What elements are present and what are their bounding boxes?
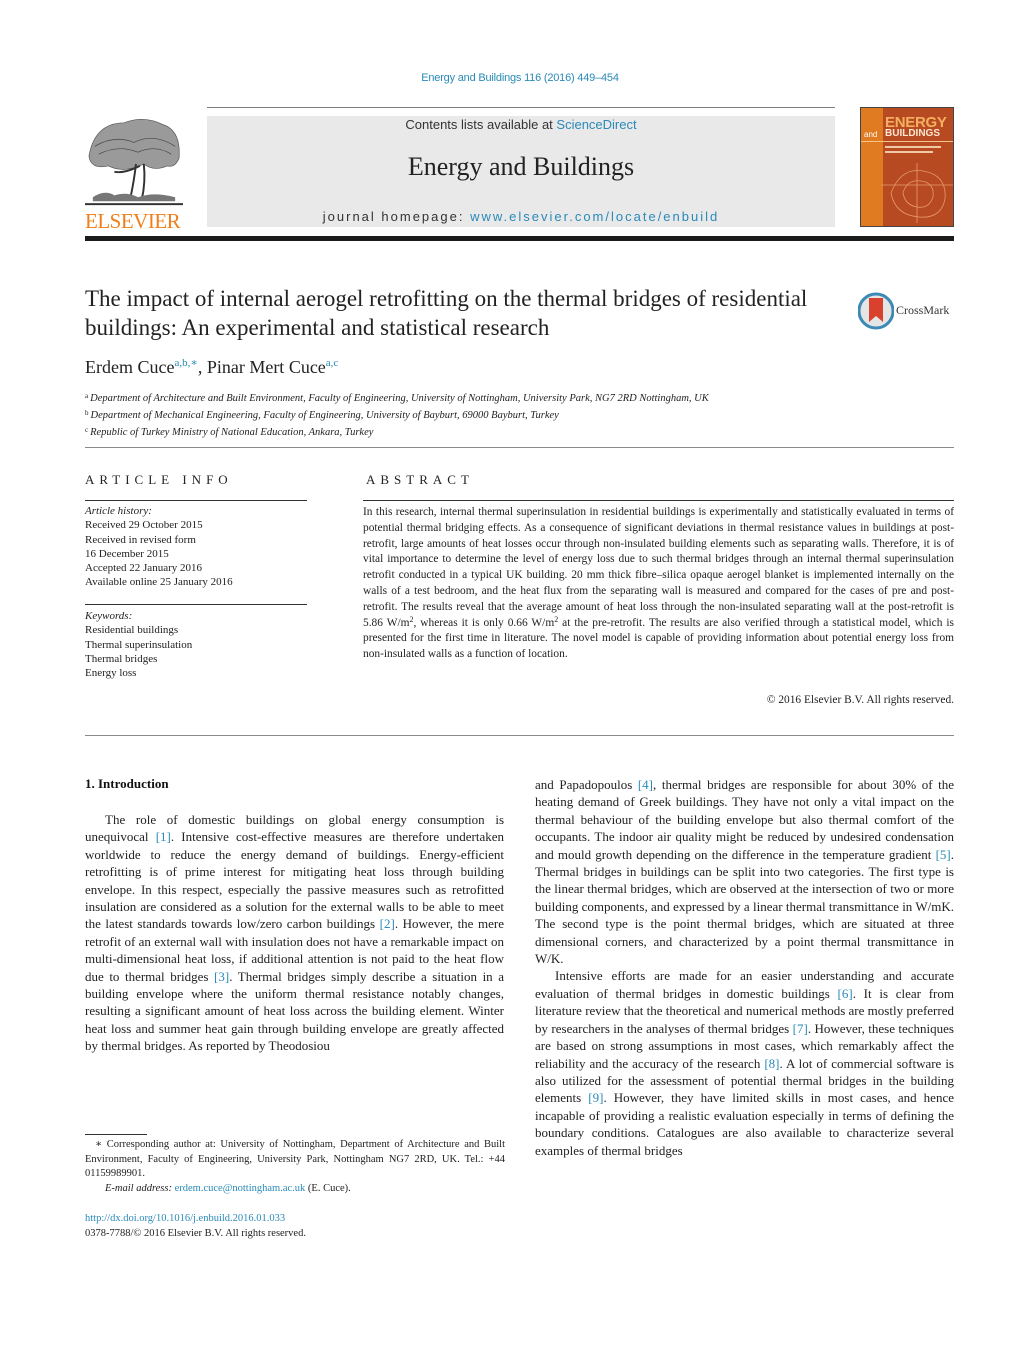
paragraph: and Papadopoulos [4], thermal bridges ar… [535,776,954,967]
keyword-item: Thermal superinsulation [85,638,193,651]
article-history-label: Article history: [85,505,152,517]
doi-block: http://dx.doi.org/10.1016/j.enbuild.2016… [85,1211,306,1241]
abstract-text-part: , whereas it is only 0.66 W/m [413,616,555,629]
email-suffix: (E. Cuce). [305,1182,351,1194]
elsevier-logo[interactable]: ELSEVIER [85,116,185,233]
article-info-rule [85,500,307,501]
cover-strip [861,108,883,226]
journal-citation-link[interactable]: Energy and Buildings 116 (2016) 449–454 [0,72,1020,84]
cover-subtitle-lines [885,146,945,156]
journal-masthead: Contents lists available at ScienceDirec… [207,116,835,227]
journal-cover-image[interactable]: ENERGY and BUILDINGS [860,107,954,227]
elsevier-tree-icon [85,116,183,208]
header-rule [207,107,835,108]
homepage-link[interactable]: www.elsevier.com/locate/enbuild [470,209,719,224]
citation-link[interactable]: [6] [838,986,853,1001]
history-item: Accepted 22 January 2016 [85,562,202,575]
doi-link[interactable]: http://dx.doi.org/10.1016/j.enbuild.2016… [85,1211,306,1226]
affiliation-rule [85,447,954,448]
article-info-heading: ARTICLE INFO [85,472,233,487]
affiliation-list: a Department of Architecture and Built En… [85,389,709,440]
contents-prefix: Contents lists available at [405,117,557,132]
citation-link[interactable]: [9] [588,1090,603,1105]
citation-link[interactable]: [5] [936,847,951,862]
citation-link[interactable]: [7] [793,1021,808,1036]
cover-artwork-icon [881,163,953,223]
paragraph-text: . Thermal bridges in buildings can be sp… [535,846,954,967]
abstract-text-part: In this research, internal thermal super… [363,506,954,629]
affiliation-text: Department of Mechanical Engineering, Fa… [90,410,559,421]
section-heading-introduction: 1. Introduction [85,776,169,791]
citation-link[interactable]: [1] [156,829,171,844]
sciencedirect-link[interactable]: ScienceDirect [556,117,636,132]
abstract-copyright: © 2016 Elsevier B.V. All rights reserved… [766,694,954,706]
author-affil-marks[interactable]: a,b,∗ [174,357,197,369]
corresponding-author-text: ∗ Corresponding author at: University of… [85,1139,505,1179]
abstract-bottom-rule [85,735,954,736]
author-list: Erdem Cucea,b,∗, Pinar Mert Cucea,c [85,356,338,378]
cover-title-buildings: BUILDINGS [885,128,940,139]
citation-link[interactable]: [3] [214,969,229,984]
abstract-rule [363,500,954,501]
citation-link[interactable]: [2] [380,916,395,931]
article-title: The impact of internal aerogel retrofitt… [85,286,808,340]
email-label: E-mail address: [105,1182,175,1194]
body-column-right: and Papadopoulos [4], thermal bridges ar… [535,776,954,1159]
citation-link[interactable]: [4] [638,777,653,792]
citation-link[interactable]: [8] [764,1056,779,1071]
affiliation-mark: c [85,426,89,434]
footnote-corresponding-author: ∗ Corresponding author at: University of… [85,1138,505,1196]
keyword-item: Energy loss [85,667,137,680]
author-affil-marks[interactable]: a,c [326,357,339,369]
paragraph-text: and Papadopoulos [535,777,638,792]
footnote-rule [85,1134,147,1135]
author-name[interactable]: Pinar Mert Cuce [207,357,326,377]
affiliation-text: Republic of Turkey Ministry of National … [90,427,374,438]
crossmark-button[interactable]: CrossMark [857,292,958,332]
abstract-text: In this research, internal thermal super… [363,505,954,663]
affiliation-mark: b [85,409,89,417]
keywords-rule [85,604,307,605]
contents-line: Contents lists available at ScienceDirec… [207,117,835,132]
affiliation-item: a Department of Architecture and Built En… [85,389,709,406]
homepage-prefix: journal homepage: [322,209,471,224]
history-item: Available online 25 January 2016 [85,576,233,589]
author-name[interactable]: Erdem Cuce [85,357,174,377]
crossmark-icon [857,292,895,330]
history-item: Received in revised form [85,533,196,546]
email-line: E-mail address: erdem.cuce@nottingham.ac… [85,1182,505,1197]
header-heavy-rule [85,236,954,241]
email-link[interactable]: erdem.cuce@nottingham.ac.uk [175,1183,306,1194]
author-separator: , [197,357,207,377]
issn-copyright: 0378-7788/© 2016 Elsevier B.V. All right… [85,1228,306,1239]
paragraph: Intensive efforts are made for an easier… [535,967,954,1158]
elsevier-wordmark: ELSEVIER [85,209,181,233]
paragraph: The role of domestic buildings on global… [85,811,504,1055]
history-item: Received 29 October 2015 [85,519,203,532]
keyword-item: Residential buildings [85,624,179,637]
abstract-heading: ABSTRACT [366,472,474,487]
cover-title-and: and [864,130,878,139]
body-column-left: The role of domestic buildings on global… [85,811,504,1055]
affiliation-mark: a [85,392,89,400]
crossmark-label: CrossMark [896,303,950,317]
article-history: Article history: Received 29 October 201… [85,504,233,590]
keywords-label: Keywords: [85,610,133,622]
keywords: Keywords: Residential buildings Thermal … [85,609,192,680]
keyword-item: Thermal bridges [85,652,158,665]
affiliation-item: c Republic of Turkey Ministry of National… [85,423,709,440]
affiliation-item: b Department of Mechanical Engineering, F… [85,406,709,423]
affiliation-text: Department of Architecture and Built Env… [90,393,709,404]
history-item: 16 December 2015 [85,547,169,560]
journal-homepage: journal homepage: www.elsevier.com/locat… [207,209,835,224]
cover-rule [861,141,953,142]
journal-title: Energy and Buildings [407,152,635,181]
